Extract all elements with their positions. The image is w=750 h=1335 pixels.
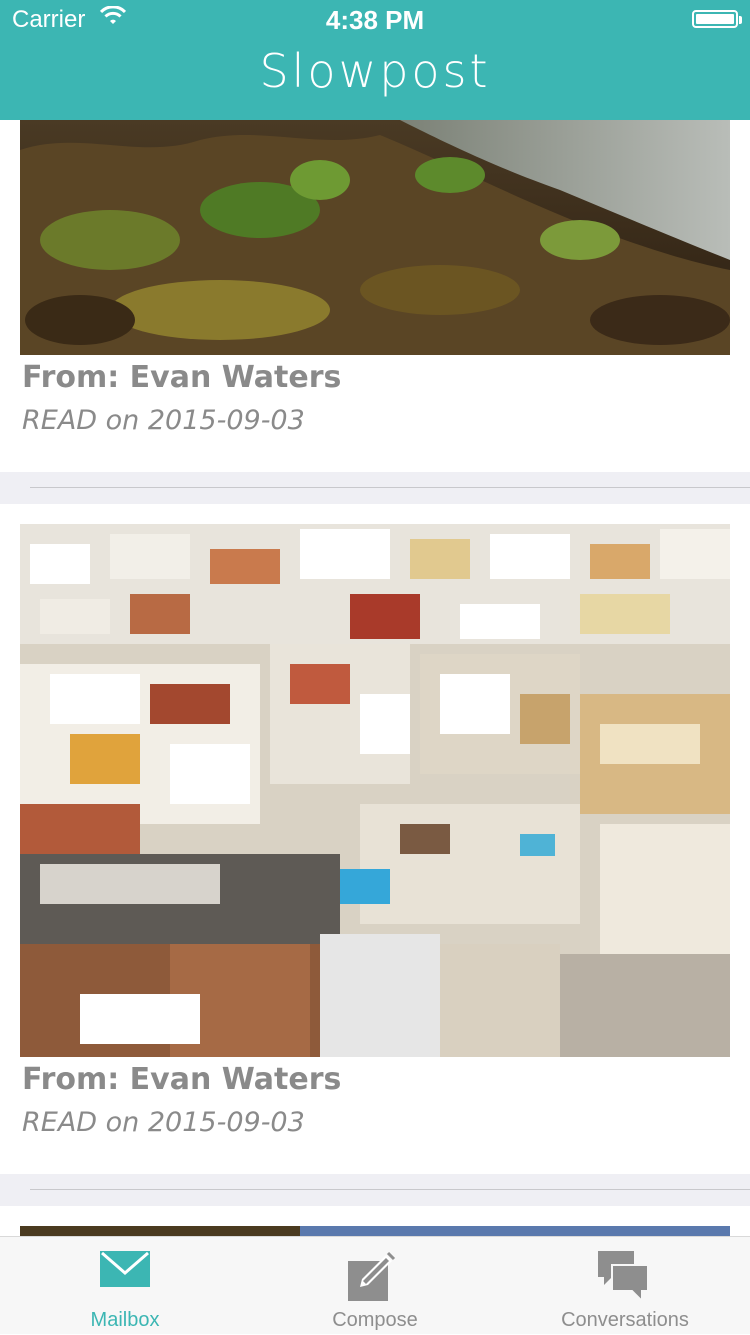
chat-bubbles-icon [598,1251,649,1303]
tab-label: Compose [332,1309,418,1331]
letter-card[interactable] [0,1206,750,1236]
city-rooftops-image [20,524,730,1057]
letter-status: READ on 2015-09-03 [22,405,305,436]
tab-label: Conversations [561,1309,689,1331]
card-separator [0,472,750,504]
battery-icon [692,10,742,28]
letter-photo[interactable] [20,524,730,1057]
letter-photo[interactable] [20,1226,730,1236]
tab-mailbox[interactable]: Mailbox [0,1237,250,1335]
letter-sender: From: Evan Waters [22,360,342,395]
letter-card[interactable]: From: Evan Waters READ on 2015-09-03 [0,504,750,1174]
compose-pencil-icon [348,1251,396,1301]
clock: 4:38 PM [325,5,425,35]
tab-bar: Mailbox Compose Conversations [0,1236,750,1334]
mailbox-feed[interactable]: From: Evan Waters READ on 2015-09-03 Fro… [0,120,750,1236]
page-title: Slowpost [259,44,491,98]
letter-card[interactable]: From: Evan Waters READ on 2015-09-03 [0,120,750,472]
letter-photo[interactable] [20,120,730,355]
landscape-image [20,1226,730,1236]
tab-conversations[interactable]: Conversations [500,1237,750,1335]
letter-sender: From: Evan Waters [22,1062,342,1097]
status-bar: Carrier 4:38 PM [0,0,750,40]
coastal-rocks-image [20,120,730,355]
envelope-icon [100,1251,150,1287]
tab-compose[interactable]: Compose [250,1237,500,1335]
tab-label: Mailbox [90,1309,160,1331]
letter-status: READ on 2015-09-03 [22,1107,305,1138]
top-bar: Carrier 4:38 PM Slowpost [0,0,750,120]
card-separator [0,1174,750,1206]
